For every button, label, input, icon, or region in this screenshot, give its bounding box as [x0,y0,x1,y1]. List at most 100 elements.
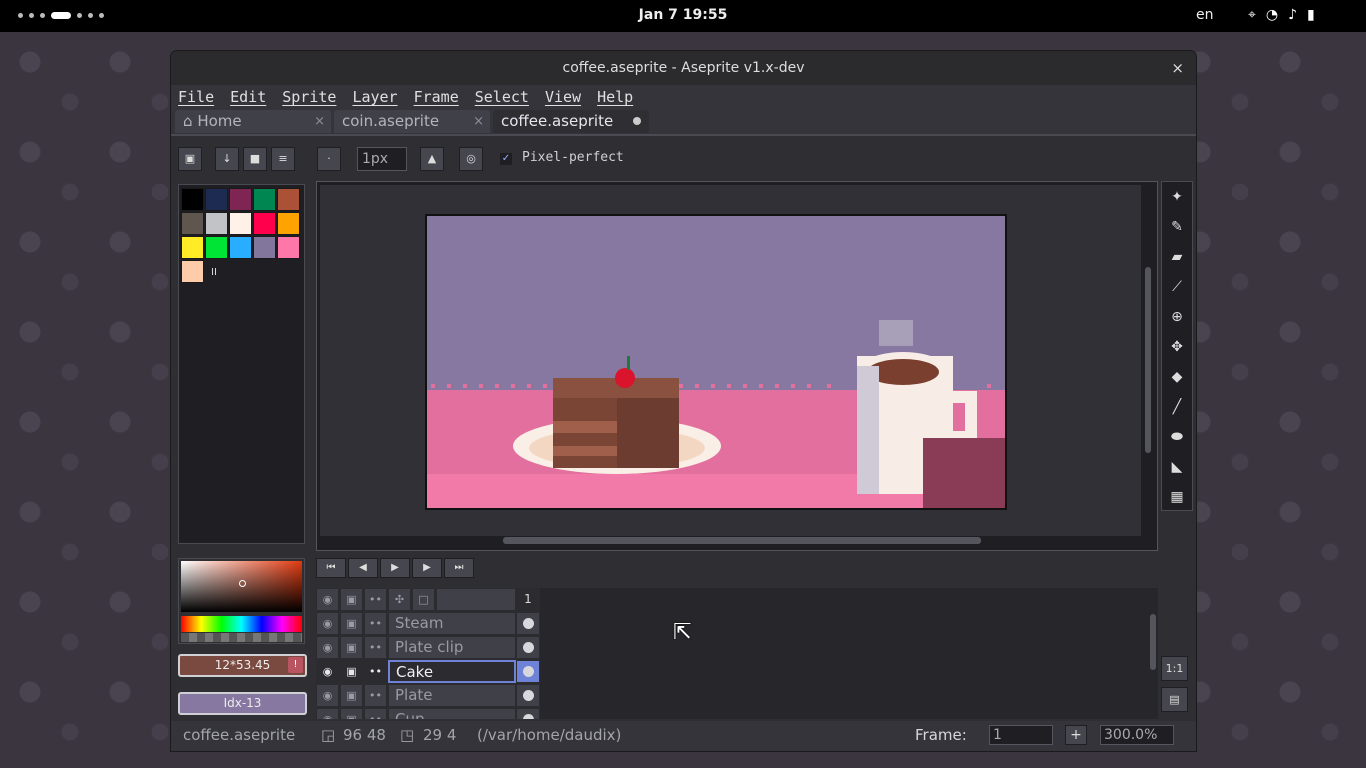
menu-file[interactable]: File [178,85,221,109]
timeline-scrollbar[interactable] [1150,614,1156,670]
cel[interactable] [516,708,540,719]
editor-horizontal-scrollbar[interactable] [503,537,981,544]
layer-name[interactable]: Cake [388,660,516,683]
palette-swatch[interactable] [229,236,252,259]
palette-swatch[interactable] [181,212,204,235]
palette-swatch[interactable] [181,236,204,259]
lock-icon[interactable]: ▣ [340,612,363,635]
cel[interactable] [516,636,540,659]
keyboard-layout[interactable]: en [1196,7,1214,23]
layer-row-plate[interactable]: ◉ ▣ •• Plate [316,684,540,707]
palette-swatch[interactable] [253,212,276,235]
clock[interactable]: Jan 7 19:55 [0,7,1366,23]
tab-home[interactable]: ⌂ Home × [175,110,331,133]
brush-size-input[interactable]: 1px [357,147,407,171]
contour-icon[interactable]: ◣ [1165,454,1189,480]
eraser-icon[interactable]: ▰ [1165,244,1189,270]
close-tab-icon[interactable]: × [314,110,325,133]
onion-skin-icon[interactable]: ✣ [388,588,411,611]
layer-row-cup[interactable]: ◉ ▣ •• Cup [316,708,540,719]
line-icon[interactable]: ╱ [1165,394,1189,420]
move-icon[interactable]: ✥ [1165,334,1189,360]
pixel-perfect-checkbox[interactable]: ✓ [500,153,512,165]
frame-input[interactable]: 1 [989,725,1053,745]
eye-icon[interactable]: ◉ [316,612,339,635]
link-icon[interactable]: •• [364,708,387,719]
add-frame-button[interactable]: + [1065,725,1087,745]
previous-frame-icon[interactable]: ◀ [348,558,378,578]
link-icon[interactable]: •• [364,684,387,707]
layer-row-plate-clip[interactable]: ◉ ▣ •• Plate clip [316,636,540,659]
layer-name[interactable]: Steam [388,612,516,635]
editor-vertical-scrollbar[interactable] [1145,267,1151,453]
menu-select[interactable]: Select [475,85,536,109]
close-icon[interactable]: × [1171,51,1184,85]
system-status-area[interactable]: ⌖ ◔ ♪ ▮ [1248,7,1315,23]
download-icon[interactable]: ↓ [215,147,239,171]
first-frame-icon[interactable]: ⏮ [316,558,346,578]
eye-icon[interactable]: ◉ [316,588,339,611]
tab-coin[interactable]: coin.aseprite × [334,110,490,133]
menu-view[interactable]: View [545,85,588,109]
fill-icon[interactable]: ◆ [1165,364,1189,390]
stabilizer-icon[interactable]: ◎ [459,147,483,171]
palette-swatch[interactable] [277,188,300,211]
lock-icon[interactable]: ▣ [178,147,202,171]
pencil-icon[interactable]: ✎ [1165,214,1189,240]
color-picker[interactable] [178,558,305,644]
link-icon[interactable]: •• [364,588,387,611]
menu-help[interactable]: Help [597,85,640,109]
modified-dot-icon[interactable] [633,117,641,125]
timeline-frames-area[interactable] [540,588,1158,719]
palette-swatch[interactable] [253,236,276,259]
palette-swatch[interactable] [205,212,228,235]
eye-icon[interactable]: ◉ [316,660,339,683]
cel[interactable] [516,684,540,707]
zoom-icon[interactable]: ⊕ [1165,304,1189,330]
ink-icon[interactable]: ▲ [420,147,444,171]
next-frame-icon[interactable]: ▶ [412,558,442,578]
palette-swatch[interactable] [181,260,204,283]
link-icon[interactable]: •• [364,612,387,635]
warning-icon[interactable]: ! [288,657,303,673]
ellipse-icon[interactable]: ⬬ [1165,424,1189,450]
zoom-input[interactable]: 300.0% [1100,725,1174,745]
lock-icon[interactable]: ▣ [340,708,363,719]
last-frame-icon[interactable]: ⏭ [444,558,474,578]
menu-layer[interactable]: Layer [352,85,404,109]
lock-icon[interactable]: ▣ [340,588,363,611]
timeline-toggle-icon[interactable]: ▤ [1161,687,1188,712]
layer-name[interactable]: Cup [388,708,516,719]
menu-sprite[interactable]: Sprite [282,85,343,109]
layer-name[interactable]: Plate [388,684,516,707]
brush-type-button[interactable]: · [317,147,341,171]
frame-number-header[interactable]: 1 [516,588,540,611]
blur-icon[interactable]: ▦ [1165,484,1189,510]
sprite-canvas[interactable] [425,214,1007,510]
palette-swatch[interactable] [277,212,300,235]
window-titlebar[interactable]: coffee.aseprite - Aseprite v1.x-dev × [171,51,1196,85]
link-icon[interactable]: •• [364,660,387,683]
eye-icon[interactable]: ◉ [316,636,339,659]
cel[interactable] [516,660,540,683]
palette-swatch[interactable] [253,188,276,211]
palette-swatch[interactable] [181,188,204,211]
menu-frame[interactable]: Frame [414,85,466,109]
magic-wand-icon[interactable]: ✦ [1165,184,1189,210]
menu-icon[interactable]: ≡ [271,147,295,171]
hue-slider[interactable] [181,616,302,632]
color-picker-cursor[interactable] [239,580,246,587]
layer-row-cake[interactable]: ◉ ▣ •• Cake [316,660,540,683]
close-tab-icon[interactable]: × [473,110,484,133]
layer-options-icon[interactable]: □ [412,588,435,611]
layer-row-steam[interactable]: ◉ ▣ •• Steam [316,612,540,635]
eye-icon[interactable]: ◉ [316,684,339,707]
menu-edit[interactable]: Edit [230,85,273,109]
palette-swatch[interactable] [277,236,300,259]
zoom-one-to-one-button[interactable]: 1:1 [1161,656,1188,681]
palette-swatch[interactable] [205,188,228,211]
layer-name[interactable]: Plate clip [388,636,516,659]
background-color-button[interactable]: Idx-13 [178,692,307,715]
palette-swatch[interactable] [229,212,252,235]
palette-swatch[interactable] [229,188,252,211]
